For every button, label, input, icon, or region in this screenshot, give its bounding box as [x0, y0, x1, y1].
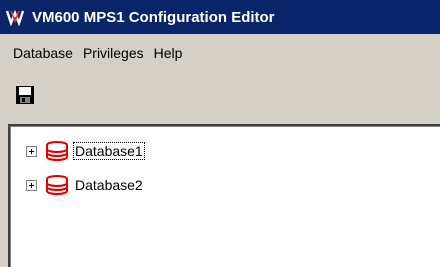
tree-item-label[interactable]: Database1: [73, 142, 145, 160]
database-icon: [46, 141, 68, 161]
expand-plus-icon[interactable]: [26, 179, 37, 191]
save-disk-icon: [16, 86, 34, 104]
menu-privileges[interactable]: Privileges: [78, 43, 149, 63]
tree-item-database1[interactable]: Database1: [26, 140, 145, 162]
menu-help[interactable]: Help: [149, 43, 188, 63]
title-bar[interactable]: VM600 MPS1 Configuration Editor: [0, 0, 440, 34]
menu-bar: Database Privileges Help: [0, 34, 440, 72]
save-button[interactable]: [12, 82, 38, 108]
expand-plus-icon[interactable]: [26, 145, 37, 157]
database-icon: [46, 175, 68, 195]
vm-logo-icon: [6, 9, 25, 26]
database-tree[interactable]: Database1 Database2: [8, 124, 440, 267]
menu-database[interactable]: Database: [8, 43, 78, 63]
tree-item-database2[interactable]: Database2: [26, 174, 145, 196]
tree-item-label[interactable]: Database2: [73, 176, 145, 194]
toolbar: [0, 72, 440, 118]
window-title: VM600 MPS1 Configuration Editor: [32, 8, 275, 26]
